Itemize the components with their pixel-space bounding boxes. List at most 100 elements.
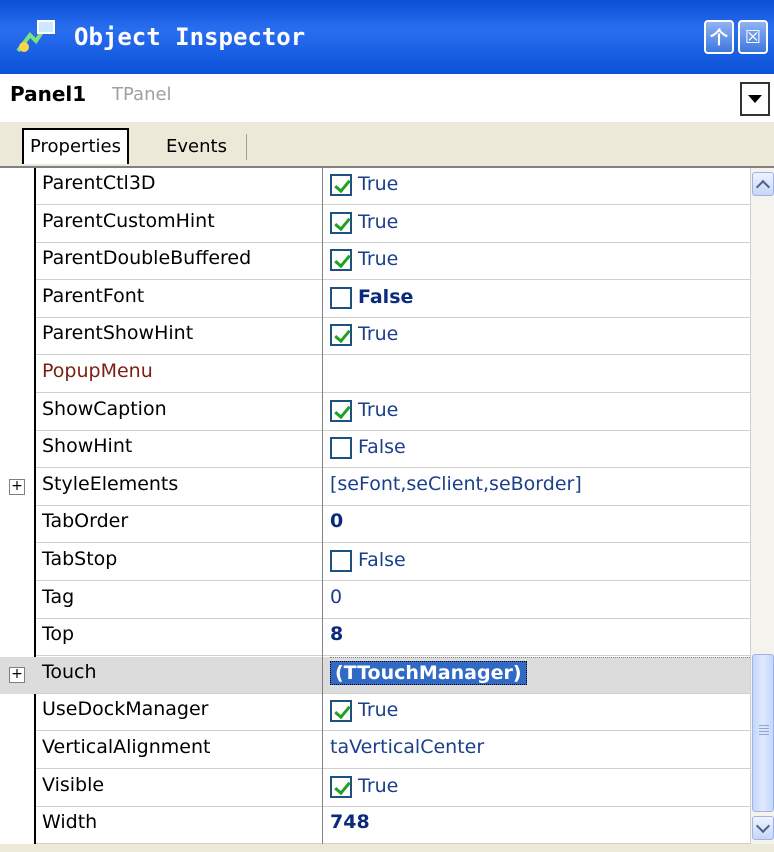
property-value-text: True	[358, 699, 399, 722]
window-title: Object Inspector	[74, 23, 306, 51]
scroll-up-button[interactable]	[752, 172, 774, 196]
property-value-text: (TTouchManager)	[330, 660, 527, 685]
property-value[interactable]: 0	[330, 510, 343, 532]
grip-icon	[759, 725, 769, 735]
chevron-down-icon	[748, 95, 762, 103]
tab-events[interactable]: Events	[160, 130, 233, 162]
object-inspector-icon	[14, 17, 58, 57]
property-value[interactable]: False	[330, 548, 406, 572]
property-value-text: True	[358, 248, 399, 271]
property-value[interactable]: True	[330, 774, 398, 798]
property-value[interactable]: 8	[330, 623, 343, 645]
property-value[interactable]: True	[330, 172, 398, 196]
close-button[interactable]: ☒	[738, 20, 768, 54]
property-value[interactable]: False	[330, 435, 406, 460]
property-row[interactable]: Tag 0	[0, 582, 750, 619]
property-value[interactable]: True	[330, 247, 399, 272]
focus-outline	[330, 656, 750, 659]
property-row[interactable]: ParentCustomHint True	[0, 206, 750, 243]
pin-icon: 个	[710, 28, 728, 49]
property-row[interactable]: Top 8	[0, 619, 750, 657]
checkbox-checked-icon[interactable]	[330, 174, 352, 196]
property-value-text: [seFont,seClient,seBorder]	[330, 472, 582, 495]
property-name: Width	[42, 811, 98, 834]
property-name: Visible	[42, 773, 105, 796]
property-row[interactable]: + StyleElements [seFont,seClient,seBorder]	[0, 469, 750, 506]
property-value-text: False	[358, 549, 406, 571]
property-value[interactable]: taVerticalCenter	[330, 736, 484, 758]
property-row[interactable]: TabOrder 0	[0, 506, 750, 544]
property-value[interactable]: False	[330, 285, 413, 309]
property-name: ParentFont	[42, 284, 145, 307]
property-row[interactable]: PopupMenu	[0, 356, 750, 393]
property-value-text: True	[358, 173, 399, 195]
checkbox-checked-icon[interactable]	[330, 249, 352, 272]
property-value[interactable]: True	[330, 698, 399, 723]
tab-properties[interactable]: Properties	[22, 128, 129, 164]
scroll-down-button[interactable]	[752, 816, 774, 840]
property-value-text: taVerticalCenter	[330, 736, 485, 758]
checkbox-unchecked-icon[interactable]	[330, 286, 352, 309]
property-row[interactable]: ParentFont False	[0, 281, 750, 318]
property-value[interactable]: 0	[330, 586, 342, 608]
property-row[interactable]: + Touch (TTouchManager)	[0, 656, 750, 694]
component-dropdown-button[interactable]	[740, 82, 770, 116]
scroll-thumb[interactable]	[752, 654, 774, 812]
checkbox-unchecked-icon[interactable]	[330, 437, 352, 460]
property-name: StyleElements	[42, 472, 179, 495]
property-value[interactable]: True	[330, 398, 398, 422]
property-name: ShowCaption	[42, 397, 167, 420]
property-row[interactable]: ParentShowHint True	[0, 318, 750, 356]
property-value-text: 8	[330, 623, 344, 646]
component-name: Panel1	[10, 82, 87, 106]
checkbox-unchecked-icon[interactable]	[330, 550, 352, 572]
property-grid: ParentCtl3D True ParentCustomHint True Paren…	[0, 166, 774, 846]
property-name: Top	[42, 623, 75, 646]
property-row[interactable]: ParentDoubleBuffered True	[0, 243, 750, 281]
component-class: TPanel	[112, 84, 172, 105]
expand-icon[interactable]: +	[9, 666, 25, 683]
property-name: TabOrder	[42, 510, 129, 533]
property-value[interactable]: 748	[330, 811, 370, 833]
property-name: ShowHint	[42, 435, 133, 458]
component-selector[interactable]: Panel1 TPanel	[0, 74, 774, 123]
property-row[interactable]: ParentCtl3D True	[0, 168, 750, 205]
property-name: ParentCtl3D	[42, 172, 156, 194]
expand-icon[interactable]: +	[9, 478, 25, 495]
property-name: PopupMenu	[42, 360, 153, 382]
checkbox-checked-icon[interactable]	[330, 775, 352, 798]
property-value[interactable]: True	[330, 210, 398, 234]
tab-divider	[246, 134, 247, 160]
property-name: TabStop	[42, 548, 118, 570]
property-value-text: 0	[330, 510, 344, 533]
pin-button[interactable]: 个	[704, 20, 734, 54]
property-row[interactable]: UseDockManager True	[0, 694, 750, 732]
property-value-text: 748	[330, 811, 370, 834]
property-value-text: False	[358, 436, 406, 459]
vertical-scrollbar[interactable]	[750, 168, 774, 846]
checkbox-checked-icon[interactable]	[330, 324, 352, 347]
column-divider[interactable]	[322, 168, 323, 846]
property-row[interactable]: Visible True	[0, 770, 750, 807]
chevron-up-icon	[755, 179, 771, 194]
property-name: VerticalAlignment	[42, 736, 211, 758]
property-row[interactable]: Width 748	[0, 807, 750, 845]
property-value[interactable]: [seFont,seClient,seBorder]	[330, 473, 582, 495]
status-strip	[0, 844, 774, 852]
checkbox-checked-icon[interactable]	[330, 211, 352, 234]
property-value-text: True	[358, 323, 399, 346]
property-value-text: False	[358, 285, 414, 308]
checkbox-checked-icon[interactable]	[330, 399, 352, 422]
property-row[interactable]: ShowCaption True	[0, 394, 750, 431]
checkbox-checked-icon[interactable]	[330, 700, 352, 723]
property-row[interactable]: ShowHint False	[0, 431, 750, 469]
property-name: UseDockManager	[42, 698, 209, 721]
property-value[interactable]: (TTouchManager)	[330, 660, 527, 685]
property-name: Touch	[42, 660, 97, 683]
property-value-text: True	[358, 398, 399, 421]
property-row[interactable]: TabStop False	[0, 544, 750, 581]
property-row[interactable]: VerticalAlignment taVerticalCenter	[0, 732, 750, 769]
property-value[interactable]: True	[330, 322, 399, 347]
inspector-tabs: Properties Events	[0, 122, 774, 166]
property-name: Tag	[42, 585, 75, 608]
